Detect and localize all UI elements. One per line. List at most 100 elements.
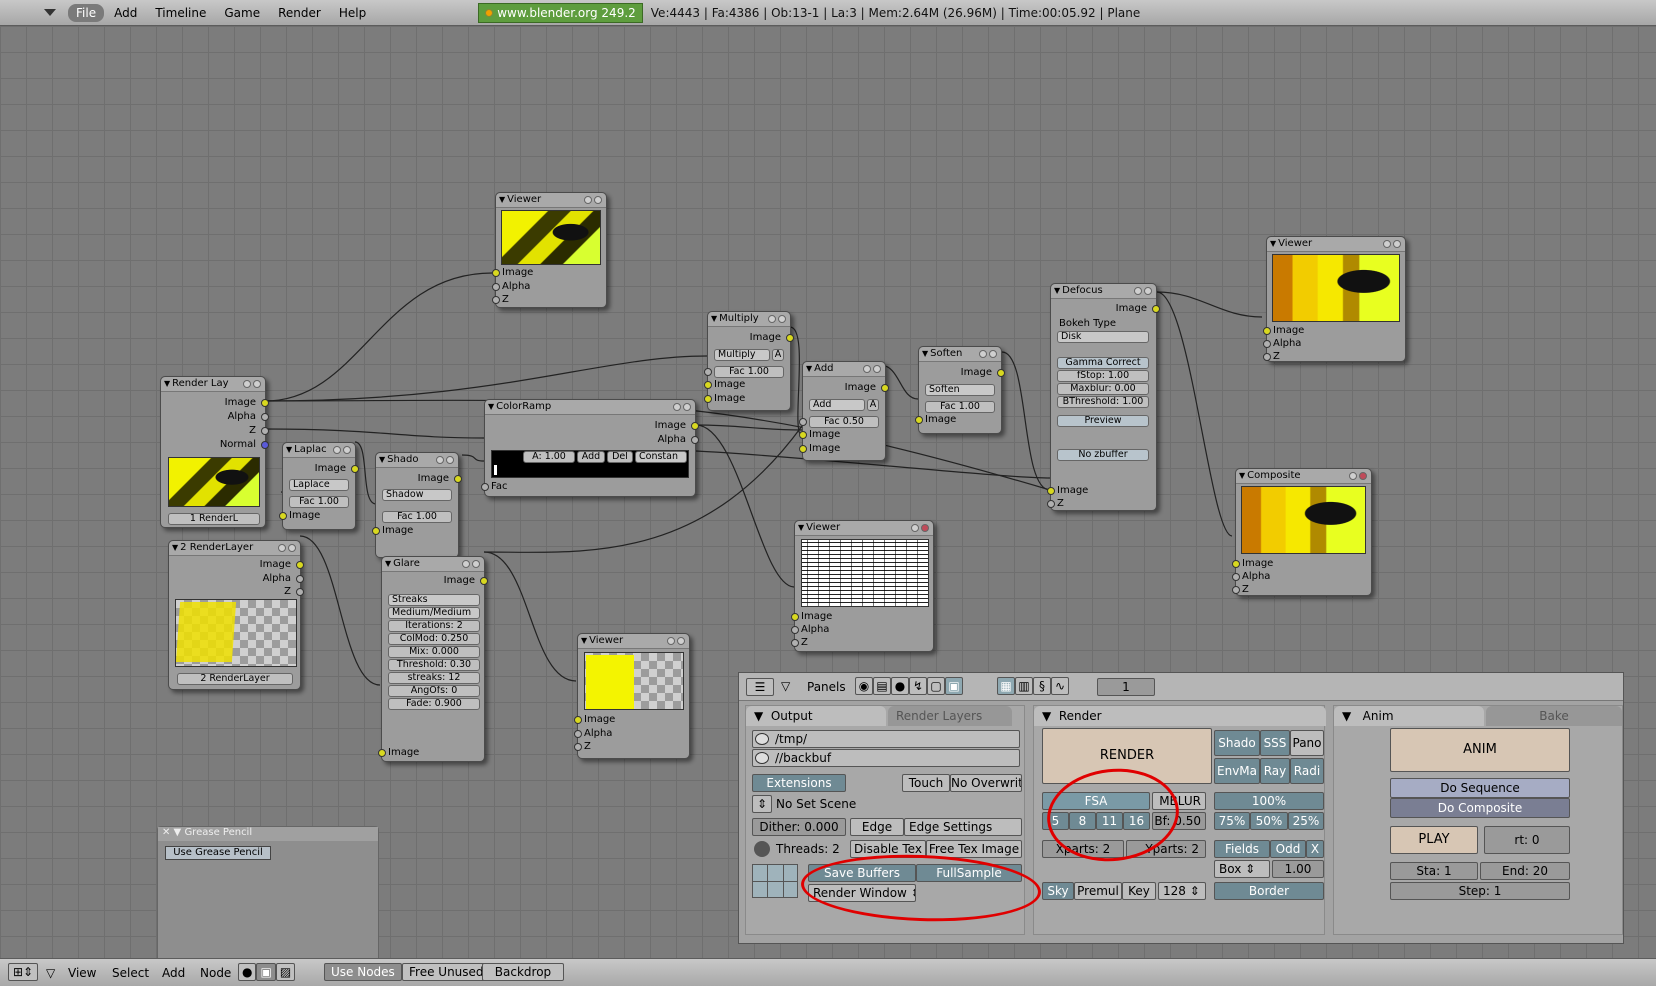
bokeh-type-dropdown[interactable]: Disk — [1057, 331, 1149, 343]
image-output-socket[interactable] — [1152, 305, 1160, 313]
shadow-toggle[interactable]: Shado — [1214, 730, 1260, 756]
image-output-socket[interactable] — [997, 369, 1005, 377]
odd-toggle[interactable]: Odd — [1270, 840, 1306, 858]
fac-slider[interactable]: Fac 1.00 — [714, 366, 784, 378]
node-header[interactable]: ▼ Shado — [376, 453, 458, 468]
ramp-stop-marker-icon[interactable] — [493, 464, 498, 476]
no-zbuffer-toggle[interactable]: No zbuffer — [1057, 449, 1149, 461]
alpha-input-socket[interactable] — [1232, 573, 1240, 581]
colorramp-node[interactable]: ▼ ColorRamp Image Alpha A: 1.00 Add Del C… — [481, 399, 699, 497]
image-output-socket[interactable] — [786, 334, 794, 342]
colmod-field[interactable]: ColMod: 0.250 — [388, 633, 480, 645]
node-header[interactable]: ▼ Add — [803, 362, 885, 377]
normal-output-socket[interactable] — [261, 441, 269, 449]
pano-toggle[interactable]: Pano — [1290, 730, 1324, 756]
rt-field[interactable]: rt: 0 — [1484, 826, 1570, 854]
node-header[interactable]: ▼ Viewer — [578, 634, 689, 649]
fac-slider[interactable]: Fac 1.00 — [382, 511, 452, 523]
bake-tab[interactable]: Bake — [1486, 706, 1622, 726]
ramp-add-button[interactable]: Add — [577, 451, 605, 463]
mix-field[interactable]: Mix: 0.000 — [388, 646, 480, 658]
use-alpha-toggle[interactable]: A — [867, 399, 879, 411]
node-header[interactable]: ▼ Viewer — [496, 193, 606, 208]
image-input-socket[interactable] — [574, 716, 582, 724]
size-25-button[interactable]: 25% — [1288, 812, 1324, 830]
filter-size-field[interactable]: 1.00 — [1272, 860, 1324, 878]
render-layer-selector[interactable]: 2 RenderLayer — [177, 673, 293, 685]
edge-toggle[interactable]: Edge — [850, 818, 904, 836]
image-output-socket[interactable] — [454, 475, 462, 483]
z-input-socket[interactable] — [1263, 353, 1271, 361]
node-header[interactable]: ▼ Render Lay — [161, 377, 265, 392]
window-layout-grid-icon[interactable] — [752, 864, 798, 898]
use-alpha-toggle[interactable]: A — [772, 349, 784, 361]
wave-subcontext-icon[interactable]: ∿ — [1051, 677, 1069, 695]
menu-timeline[interactable]: Timeline — [147, 4, 214, 22]
z-input-socket[interactable] — [1047, 500, 1055, 508]
extensions-toggle[interactable]: Extensions — [752, 774, 846, 792]
envmap-toggle[interactable]: EnvMa — [1214, 758, 1260, 784]
fstop-field[interactable]: fStop: 1.00 — [1057, 370, 1149, 382]
image-input-socket-1[interactable] — [799, 431, 807, 439]
node-header[interactable]: ▼ Defocus — [1051, 284, 1156, 299]
anim-button[interactable]: ANIM — [1390, 728, 1570, 772]
do-composite-toggle[interactable]: Do Composite — [1390, 798, 1570, 818]
frame-number-field[interactable]: 1 — [1097, 678, 1155, 696]
ramp-delete-button[interactable]: Del — [607, 451, 633, 463]
node-header[interactable]: ▼ Glare — [382, 557, 484, 572]
threshold-field[interactable]: Threshold: 0.30 — [388, 659, 480, 671]
menu-view[interactable]: View — [68, 966, 96, 980]
alpha-output-socket[interactable] — [296, 575, 304, 583]
image-input-socket[interactable] — [1047, 487, 1055, 495]
add-mix-node[interactable]: ▼ Add Image Add A Fac 0.50 Image Image — [799, 361, 889, 461]
material-nodes-icon[interactable]: ● — [238, 963, 257, 981]
node-header[interactable]: ▼ ColorRamp — [485, 400, 695, 415]
fac-input-socket[interactable] — [481, 483, 489, 491]
z-input-socket[interactable] — [1232, 586, 1240, 594]
key-toggle[interactable]: Key — [1122, 882, 1156, 900]
alpha-input-socket[interactable] — [791, 626, 799, 634]
menu-add[interactable]: Add — [106, 4, 145, 22]
image-input-socket-2[interactable] — [799, 445, 807, 453]
fields-toggle[interactable]: Fields — [1214, 840, 1270, 858]
fac-input-socket[interactable] — [799, 418, 807, 426]
blend-mode-dropdown[interactable]: Add — [809, 399, 865, 411]
editing-context-icon[interactable]: ▢ — [927, 677, 945, 695]
no-overwrite-toggle[interactable]: No Overwrite — [950, 774, 1022, 792]
viewer-node-edges[interactable]: ▼ Viewer Image Alpha Z — [791, 520, 934, 652]
filter-type-dropdown[interactable]: Soften — [925, 384, 995, 396]
editor-type-selector[interactable]: ⊞⇕ — [8, 963, 38, 981]
image-output-socket[interactable] — [261, 399, 269, 407]
laplace-filter-node[interactable]: ▼ Laplac Image Laplace Fac 1.00 Image — [279, 442, 359, 530]
ramp-alpha-field[interactable]: A: 1.00 — [523, 451, 575, 463]
object-context-icon[interactable]: ↯ — [909, 677, 927, 695]
size-50-button[interactable]: 50% — [1250, 812, 1288, 830]
preview-toggle[interactable]: Preview — [1057, 415, 1149, 427]
composite-output-node[interactable]: ▼ Composite Image Alpha Z — [1232, 468, 1372, 596]
render-layers-tab[interactable]: Render Layers — [888, 706, 1012, 726]
collapse-menus-icon[interactable]: ▽ — [46, 966, 55, 980]
node-header[interactable]: ▼ Viewer — [1267, 237, 1405, 252]
image-input-socket[interactable] — [372, 527, 380, 535]
ramp-interpolation-dropdown[interactable]: Constan — [635, 451, 687, 463]
menu-file[interactable]: File — [68, 3, 105, 22]
menu-render[interactable]: Render — [270, 4, 329, 22]
soften-filter-node[interactable]: ▼ Soften Image Soften Fac 1.00 Image — [915, 346, 1005, 434]
close-icon[interactable]: ✕ ▼ — [162, 827, 184, 838]
render-tab[interactable]: ▼ Render — [1034, 706, 1326, 726]
z-input-socket[interactable] — [791, 639, 799, 647]
image-input-socket[interactable] — [1263, 327, 1271, 335]
multiply-mix-node[interactable]: ▼ Multiply Image Multiply A Fac 1.00 Imag… — [704, 311, 794, 411]
node-header[interactable]: ▼ Laplac — [283, 443, 355, 458]
render-layers-node-2[interactable]: ▼ 2 RenderLayer Image Alpha Z 2 RenderLay… — [168, 540, 304, 690]
alpha-input-socket[interactable] — [1263, 340, 1271, 348]
menu-add[interactable]: Add — [162, 966, 185, 980]
glare-quality-dropdown[interactable]: Medium/Medium — [388, 607, 480, 619]
alpha-output-socket[interactable] — [261, 413, 269, 421]
glare-node[interactable]: ▼ Glare Image Streaks Medium/Medium Itera… — [378, 556, 488, 762]
free-unused-toggle[interactable]: Free Unused — [402, 963, 491, 981]
dither-field[interactable]: Dither: 0.000 — [752, 818, 846, 836]
output-tab[interactable]: ▼ Output — [746, 706, 886, 726]
script-context-icon[interactable]: ▤ — [873, 677, 891, 695]
edge-settings-button[interactable]: Edge Settings — [904, 818, 1022, 836]
